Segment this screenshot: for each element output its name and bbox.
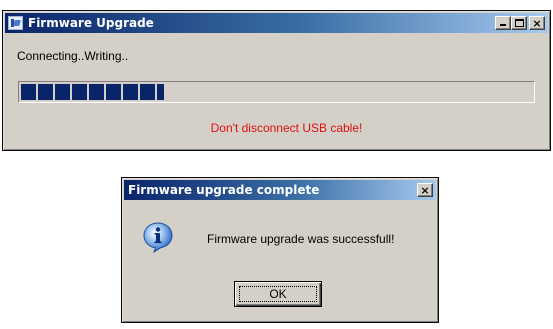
- upgrade-complete-dialog: Firmware upgrade complete × Firmware upg…: [121, 177, 439, 323]
- firmware-upgrade-window: Firmware Upgrade × Connecting..Writing..…: [2, 10, 551, 151]
- dialog-title: Firmware upgrade complete: [128, 183, 320, 197]
- close-icon: ×: [420, 183, 430, 197]
- usb-warning-text: Don't disconnect USB cable!: [210, 121, 363, 135]
- minimize-button[interactable]: [495, 16, 511, 30]
- dialog-close-button[interactable]: ×: [417, 183, 433, 197]
- screenshot-stage: Firmware Upgrade × Connecting..Writing..…: [0, 0, 553, 329]
- status-label: Connecting..Writing..: [17, 49, 129, 63]
- dialog-titlebar[interactable]: Firmware upgrade complete ×: [124, 180, 436, 200]
- firmware-window-titlebar[interactable]: Firmware Upgrade ×: [5, 13, 548, 33]
- minimize-icon: [500, 24, 506, 26]
- ok-button-label: OK: [269, 287, 287, 301]
- close-button[interactable]: ×: [529, 16, 545, 30]
- maximize-icon: [515, 19, 524, 27]
- maximize-button[interactable]: [511, 16, 527, 30]
- firmware-window-title: Firmware Upgrade: [28, 16, 154, 30]
- window-controls: ×: [495, 16, 545, 30]
- ok-button[interactable]: OK: [234, 281, 322, 307]
- progress-fill: [21, 84, 164, 100]
- firmware-app-icon: [8, 16, 23, 30]
- progress-bar: [18, 81, 535, 103]
- info-icon: [143, 222, 173, 253]
- close-icon: ×: [532, 16, 542, 30]
- success-message: Firmware upgrade was successfull!: [207, 232, 395, 246]
